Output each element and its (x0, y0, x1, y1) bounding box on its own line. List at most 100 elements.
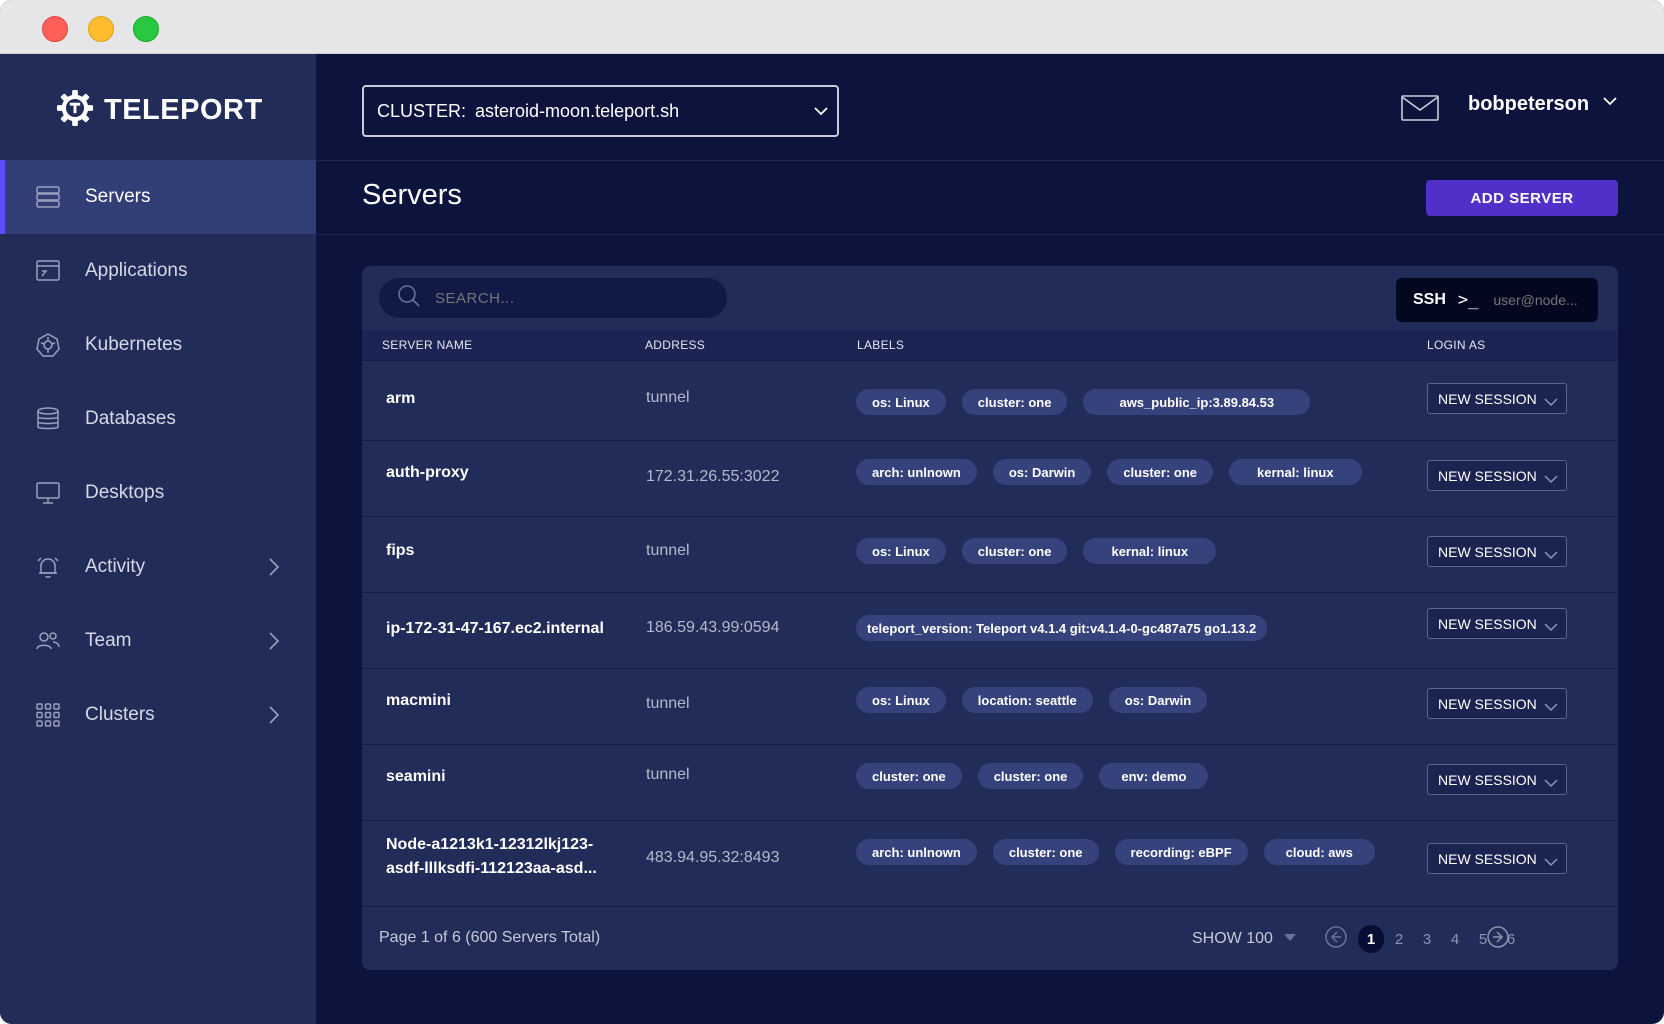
label-pill[interactable]: os: Darwin (992, 459, 1092, 485)
databases-icon (35, 406, 61, 432)
sidebar-item-desktops[interactable]: Desktops (0, 456, 316, 530)
teleport-logo-icon (56, 89, 94, 132)
add-server-button[interactable]: ADD SERVER (1426, 180, 1618, 216)
chevron-down-icon (1544, 699, 1558, 715)
chevron-right-icon (268, 705, 280, 731)
chevron-right-icon (268, 557, 280, 583)
server-address: tunnel (646, 389, 690, 406)
new-session-label: NEW SESSION (1438, 543, 1537, 560)
sidebar-item-servers[interactable]: Servers (0, 160, 316, 234)
server-name: Node-a1213k1-12312lkj123-asdf-lllksdfi-1… (386, 836, 597, 877)
new-session-label: NEW SESSION (1438, 615, 1537, 632)
page-number-2[interactable]: 2 (1386, 925, 1412, 953)
new-session-label: NEW SESSION (1438, 467, 1537, 484)
label-pill[interactable]: env: demo (1099, 763, 1209, 789)
column-header-address[interactable]: ADDRESS (645, 338, 705, 352)
column-header-login-as: LOGIN AS (1427, 338, 1486, 352)
new-session-label: NEW SESSION (1438, 850, 1537, 867)
label-pill[interactable]: teleport_version: Teleport v4.1.4 git:v4… (856, 615, 1268, 641)
chevron-down-icon (1544, 619, 1558, 635)
server-labels: teleport_version: Teleport v4.1.4 git:v4… (856, 615, 1268, 641)
server-address: tunnel (646, 766, 690, 783)
clusters-grid-icon (35, 702, 61, 728)
new-session-button[interactable]: NEW SESSION (1427, 460, 1567, 491)
page-size-selector[interactable]: SHOW 100 (1192, 930, 1297, 948)
label-pill[interactable]: kernal: linux (1229, 459, 1362, 485)
label-pill[interactable]: os: Linux (856, 538, 946, 564)
sidebar-item-activity[interactable]: Activity (0, 530, 316, 604)
label-pill[interactable]: recording: eBPF (1114, 839, 1248, 865)
table-row: macmini tunnel os: Linux location: seatt… (362, 668, 1618, 744)
cluster-selector[interactable]: CLUSTER: asteroid-moon.teleport.sh (362, 85, 839, 137)
search-box[interactable] (379, 278, 727, 318)
page-number-1[interactable]: 1 (1358, 925, 1384, 953)
server-labels: os: Linux cluster: one aws_public_ip:3.8… (856, 389, 1311, 415)
app-name: TELEPORT (104, 93, 263, 126)
label-pill[interactable]: cluster: one (977, 763, 1084, 789)
user-menu[interactable]: bobpeterson (1468, 92, 1619, 116)
arrow-right-icon[interactable] (1486, 925, 1510, 954)
app-logo[interactable]: TELEPORT (56, 88, 263, 132)
label-pill[interactable]: os: Linux (856, 389, 946, 415)
label-pill[interactable]: arch: unlnown (856, 459, 977, 485)
applications-icon (35, 258, 61, 284)
new-session-button[interactable]: NEW SESSION (1427, 843, 1567, 874)
server-labels: os: Linux cluster: one kernal: linux (856, 538, 1217, 564)
window-titlebar (0, 0, 1664, 54)
server-address: 186.59.43.99:0594 (646, 619, 780, 636)
sidebar-item-clusters[interactable]: Clusters (0, 678, 316, 752)
page-number-4[interactable]: 4 (1442, 925, 1468, 953)
sidebar-item-applications[interactable]: Applications (0, 234, 316, 308)
label-pill[interactable]: cluster: one (1107, 459, 1213, 485)
servers-icon (35, 184, 61, 210)
cluster-value: asteroid-moon.teleport.sh (475, 100, 680, 121)
label-pill[interactable]: cluster: one (961, 538, 1068, 564)
chevron-down-icon (1601, 92, 1619, 116)
sidebar-item-label: Activity (85, 556, 146, 577)
label-pill[interactable]: cluster: one (992, 839, 1099, 865)
label-pill[interactable]: arch: unlnown (856, 839, 977, 865)
ssh-login-input[interactable] (1493, 292, 1589, 308)
new-session-button[interactable]: NEW SESSION (1427, 764, 1567, 795)
maximize-window-button[interactable] (133, 16, 159, 42)
search-input[interactable] (435, 289, 705, 307)
sidebar-nav: Servers Applications Kubernetes Database… (0, 160, 316, 752)
page-number-3[interactable]: 3 (1414, 925, 1440, 953)
column-header-server-name[interactable]: SERVER NAME (382, 338, 472, 352)
label-pill[interactable]: os: Darwin (1108, 687, 1208, 713)
label-pill[interactable]: os: Linux (856, 687, 946, 713)
top-bar: CLUSTER: asteroid-moon.teleport.sh bobpe… (316, 54, 1664, 161)
label-pill[interactable]: cluster: one (856, 763, 962, 789)
chevron-down-icon (811, 101, 831, 126)
sidebar-item-kubernetes[interactable]: Kubernetes (0, 308, 316, 382)
table-row: seamini tunnel cluster: one cluster: one… (362, 744, 1618, 820)
new-session-button[interactable]: NEW SESSION (1427, 383, 1567, 414)
ssh-quick-launch[interactable]: SSH >_ (1396, 278, 1598, 322)
label-pill[interactable]: location: seattle (961, 687, 1093, 713)
column-header-labels: LABELS (857, 338, 905, 352)
label-pill[interactable]: kernal: linux (1083, 538, 1217, 564)
sidebar-item-label: Databases (85, 408, 176, 429)
arrow-left-icon[interactable] (1324, 925, 1348, 954)
label-pill[interactable]: aws_public_ip:3.89.84.53 (1083, 389, 1311, 415)
table-header: SERVER NAME ADDRESS LABELS LOGIN AS (362, 330, 1618, 360)
sidebar-item-label: Team (85, 630, 132, 651)
chevron-down-icon (1544, 854, 1558, 870)
server-name: fips (386, 542, 415, 559)
new-session-button[interactable]: NEW SESSION (1427, 536, 1567, 567)
chevron-down-icon (1544, 394, 1558, 410)
new-session-button[interactable]: NEW SESSION (1427, 608, 1567, 639)
server-labels: arch: unlnown os: Darwin cluster: one ke… (856, 459, 1362, 485)
table-footer: Page 1 of 6 (600 Servers Total) SHOW 100… (362, 906, 1618, 970)
new-session-button[interactable]: NEW SESSION (1427, 688, 1567, 719)
close-window-button[interactable] (42, 16, 68, 42)
sidebar-item-label: Kubernetes (85, 334, 183, 355)
sidebar-item-databases[interactable]: Databases (0, 382, 316, 456)
minimize-window-button[interactable] (88, 16, 114, 42)
mail-icon[interactable] (1401, 94, 1439, 127)
table-row: auth-proxy 172.31.26.55:3022 arch: unlno… (362, 440, 1618, 516)
sidebar-item-team[interactable]: Team (0, 604, 316, 678)
label-pill[interactable]: cluster: one (961, 389, 1068, 415)
label-pill[interactable]: cloud: aws (1263, 839, 1375, 865)
pagination-info: Page 1 of 6 (600 Servers Total) (379, 929, 601, 946)
